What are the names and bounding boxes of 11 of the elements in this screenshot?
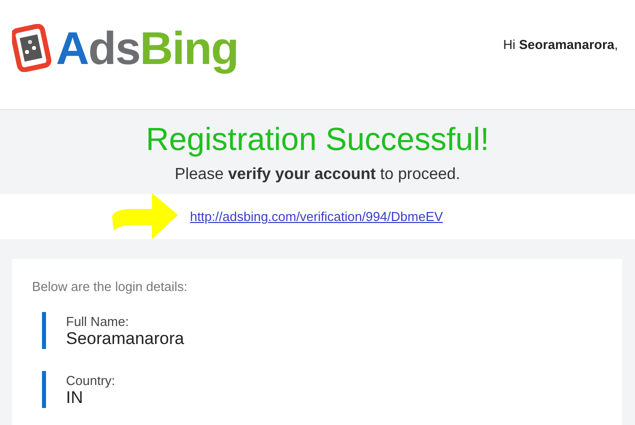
field-label: Full Name: [66,314,130,329]
verify-message: Please verify your account to proceed. [174,166,462,184]
field-value: IN [66,388,84,408]
success-title: Registration Successful! [144,120,490,159]
field-label: Country: [66,373,116,388]
greeting: Hi Seoramanarora, [503,37,618,52]
details-intro: Below are the login details: [32,279,188,294]
verification-link[interactable]: http://adsbing.com/verification/994/DbmeEV [190,209,443,224]
arrow-icon [112,192,178,240]
logo: AdsBing [12,20,238,76]
field-value: Seoramanarora [66,329,186,349]
